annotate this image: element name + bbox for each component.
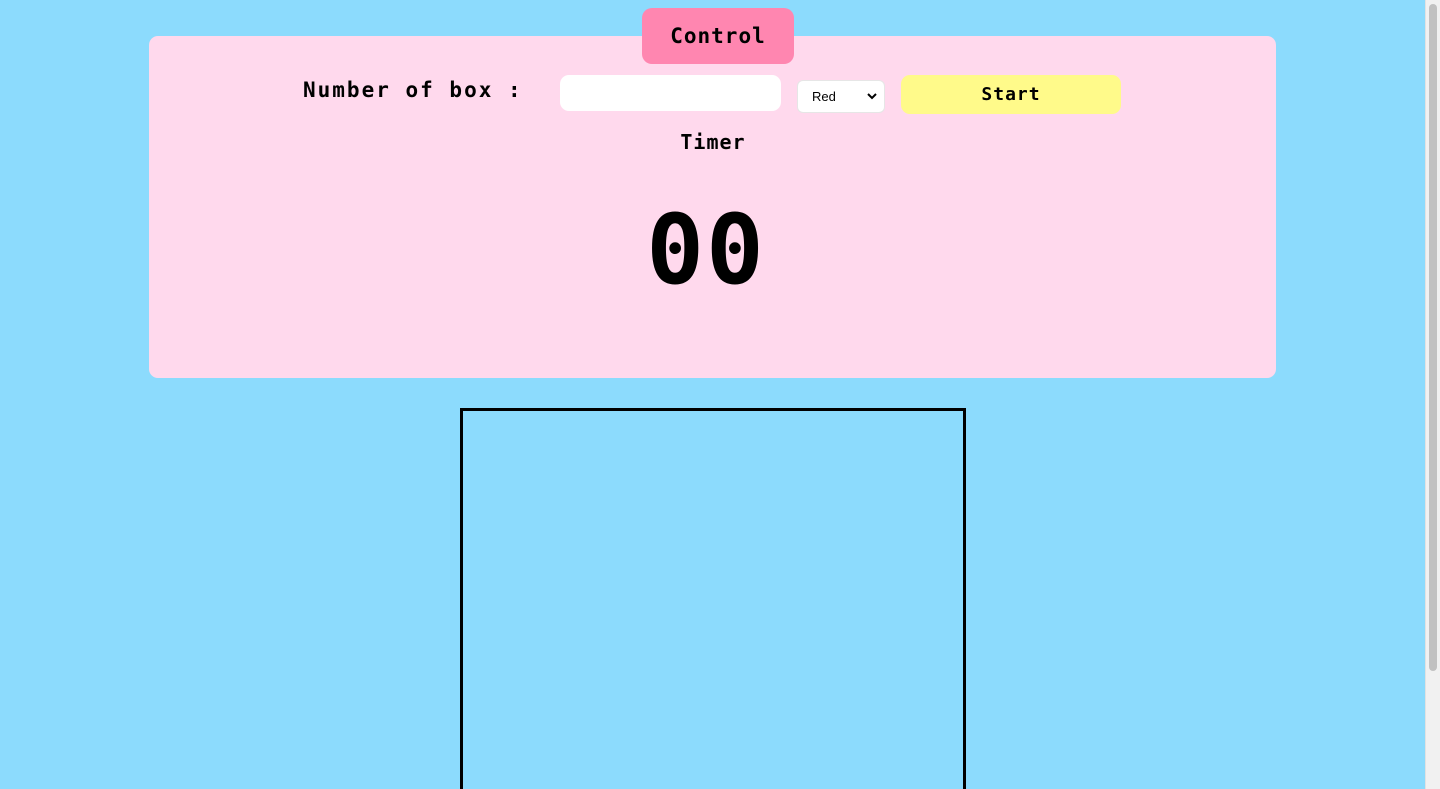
timer-value: 00 xyxy=(646,194,766,306)
game-box-area xyxy=(460,408,966,789)
start-button[interactable]: Start xyxy=(901,75,1121,114)
color-select[interactable]: Red xyxy=(797,80,885,113)
number-of-box-input[interactable] xyxy=(560,75,781,111)
chevron-down-icon xyxy=(867,93,877,100)
number-of-box-label: Number of box : xyxy=(303,78,523,102)
start-button-label: Start xyxy=(981,84,1041,105)
scrollbar-thumb[interactable] xyxy=(1429,4,1437,671)
control-tab: Control xyxy=(642,8,794,64)
page-scrollbar[interactable] xyxy=(1425,0,1440,789)
timer-label: Timer xyxy=(680,130,746,154)
color-select-value: Red xyxy=(812,89,836,104)
control-tab-label: Control xyxy=(670,24,766,48)
